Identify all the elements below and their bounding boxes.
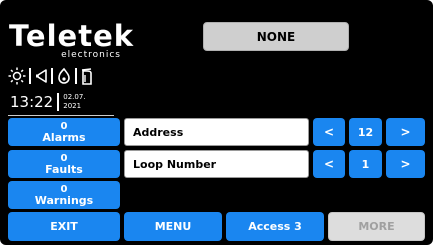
status-icons — [8, 65, 123, 87]
exit-label: EXIT — [50, 220, 78, 233]
clock-date-day-month: 02.07. — [63, 93, 86, 101]
address-increment-button[interactable]: > — [386, 118, 425, 146]
address-value: 12 — [349, 118, 382, 146]
flame-icon — [56, 67, 72, 85]
status-separator — [29, 68, 31, 84]
chevron-left-icon: < — [323, 157, 335, 171]
loop-number-value-text: 1 — [361, 157, 370, 171]
menu-button[interactable]: MENU — [124, 212, 222, 241]
sun-icon — [8, 67, 26, 85]
chevron-right-icon: > — [400, 157, 411, 171]
brand-name: Teletek — [9, 19, 135, 53]
horn-icon — [34, 67, 48, 85]
access-level-label: Access 3 — [248, 220, 302, 233]
status-separator — [51, 68, 53, 84]
extinguisher-icon — [80, 67, 94, 85]
warnings-label: Warnings — [34, 194, 94, 207]
clock-time: 13:22 — [10, 93, 54, 111]
clock-date-year: 2021 — [63, 102, 82, 110]
clock: 13:22 02.07. 2021 — [10, 90, 86, 114]
loop-number-value: 1 — [349, 150, 382, 178]
faults-label: Faults — [45, 163, 83, 176]
exit-button[interactable]: EXIT — [8, 212, 120, 241]
clock-date: 02.07. 2021 — [63, 93, 85, 111]
status-separator — [75, 68, 77, 84]
header-title: NONE — [256, 29, 296, 44]
address-value-text: 12 — [357, 125, 374, 139]
chevron-right-icon: > — [400, 125, 411, 139]
loop-number-label: Loop Number — [133, 157, 217, 171]
clock-separator — [57, 93, 60, 111]
loop-number-field: Loop Number — [124, 150, 309, 178]
more-button[interactable]: MORE — [328, 212, 425, 241]
alarms-label: Alarms — [42, 131, 86, 144]
header-title-box: NONE — [203, 22, 349, 51]
warnings-button[interactable]: 0 Warnings — [8, 181, 120, 209]
panel-screen: Teletek electronics 13:22 02.07. 2021 NO… — [0, 0, 433, 245]
loop-decrement-button[interactable]: < — [313, 150, 345, 178]
address-field: Address — [124, 118, 309, 146]
chevron-left-icon: < — [323, 125, 335, 139]
more-label: MORE — [358, 220, 395, 233]
clock-underline — [8, 115, 114, 116]
menu-label: MENU — [154, 220, 192, 233]
alarms-button[interactable]: 0 Alarms — [8, 118, 120, 146]
brand-logo: Teletek electronics — [9, 19, 135, 61]
address-decrement-button[interactable]: < — [313, 118, 345, 146]
loop-increment-button[interactable]: > — [386, 150, 425, 178]
address-label: Address — [133, 125, 184, 139]
access-level-button[interactable]: Access 3 — [226, 212, 324, 241]
faults-button[interactable]: 0 Faults — [8, 150, 120, 178]
